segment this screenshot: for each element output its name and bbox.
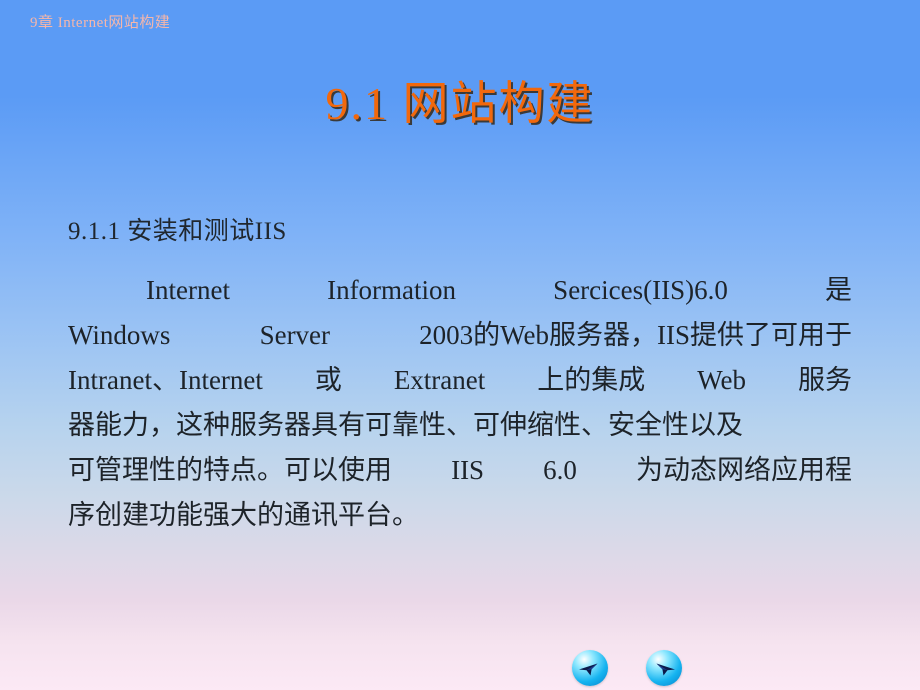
body-line-segment: Windows <box>68 320 171 350</box>
body-line: Windows Server 2003的Web服务器，IIS提供了可用于 <box>68 313 852 358</box>
body-line-segment: 服务 <box>797 365 852 395</box>
next-slide-button[interactable] <box>646 650 682 686</box>
body-line-segment: 可管理性的特点。可以使用 <box>68 455 392 485</box>
body-line: Internet Information Sercices(IIS)6.0 是 <box>68 268 852 313</box>
body-line-segment: 上的集成 <box>537 365 646 395</box>
body-line-segment: 2003的Web服务器，IIS提供了可用于 <box>419 320 852 350</box>
body-line-segment: 为动态网络应用程 <box>635 455 852 485</box>
arrow-left-icon <box>579 663 598 676</box>
body-line-segment: Extranet <box>393 365 486 395</box>
body-paragraph: Internet Information Sercices(IIS)6.0 是 … <box>68 268 852 538</box>
navigation-buttons <box>568 650 688 690</box>
slide-canvas: 9章 Internet网站构建 9.1 网站构建 9.1.1 安装和测试IIS … <box>0 0 920 690</box>
body-line-segment: IIS <box>451 455 485 485</box>
body-line-segment: Internet <box>146 275 230 305</box>
body-line: 序创建功能强大的通讯平台。 <box>68 500 419 530</box>
body-line-segment: Sercices(IIS)6.0 <box>553 275 728 305</box>
body-line-segment: Intranet、Internet <box>68 365 263 395</box>
body-line-segment: Web <box>697 365 746 395</box>
previous-slide-button[interactable] <box>572 650 608 686</box>
arrow-right-icon <box>656 663 675 676</box>
body-line: Intranet、Internet 或 Extranet 上的集成 Web 服务 <box>68 358 852 403</box>
body-line-segment: 或 <box>314 365 342 395</box>
section-heading: 9.1.1 安装和测试IIS <box>68 218 287 245</box>
body-line: 器能力，这种服务器具有可靠性、可伸缩性、安全性以及 <box>68 410 743 440</box>
body-line-segment: 是 <box>824 275 852 305</box>
body-line-segment: Server <box>259 320 331 350</box>
body-line: 可管理性的特点。可以使用 IIS 6.0 为动态网络应用程 <box>68 448 852 493</box>
slide-header-label: 9章 Internet网站构建 <box>30 15 171 31</box>
page-title: 9.1 网站构建 <box>325 78 595 129</box>
body-line-segment: 6.0 <box>543 455 577 485</box>
body-line-segment: Information <box>327 275 457 305</box>
